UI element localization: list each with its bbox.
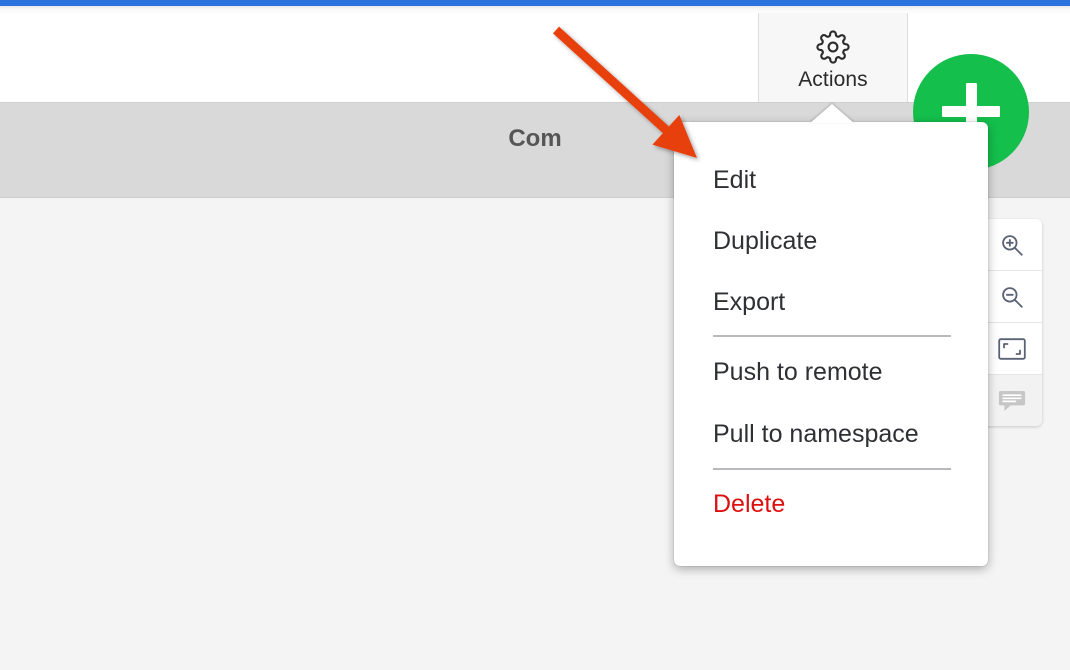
menu-item-export[interactable]: Export	[674, 280, 988, 325]
menu-item-delete[interactable]: Delete	[674, 482, 988, 527]
zoom-out-icon	[999, 284, 1025, 310]
zoom-in-icon	[999, 232, 1025, 258]
menu-item-edit[interactable]: Edit	[674, 158, 988, 203]
menu-divider-2	[713, 468, 951, 470]
actions-button[interactable]: Actions	[758, 13, 908, 108]
actions-button-label: Actions	[798, 67, 868, 91]
menu-item-pull-to-namespace[interactable]: Pull to namespace	[674, 412, 988, 457]
menu-caret-icon	[810, 104, 854, 123]
header-toolbar: Actions	[0, 6, 1070, 170]
comments-button[interactable]	[982, 375, 1042, 426]
app-root: Actions Com Edit Duplicate Export Push t…	[0, 0, 1070, 670]
zoom-in-button[interactable]	[982, 219, 1042, 271]
actions-dropdown-menu: Edit Duplicate Export Push to remote Pul…	[674, 122, 988, 566]
gear-icon	[816, 29, 850, 64]
menu-item-duplicate[interactable]: Duplicate	[674, 219, 988, 264]
zoom-out-button[interactable]	[982, 271, 1042, 323]
comment-icon	[998, 389, 1026, 413]
menu-divider-1	[713, 335, 951, 337]
fit-to-screen-icon	[998, 337, 1026, 360]
fit-to-screen-button[interactable]	[982, 323, 1042, 375]
menu-item-push-to-remote[interactable]: Push to remote	[674, 350, 988, 395]
zoom-toolbar	[982, 219, 1042, 426]
